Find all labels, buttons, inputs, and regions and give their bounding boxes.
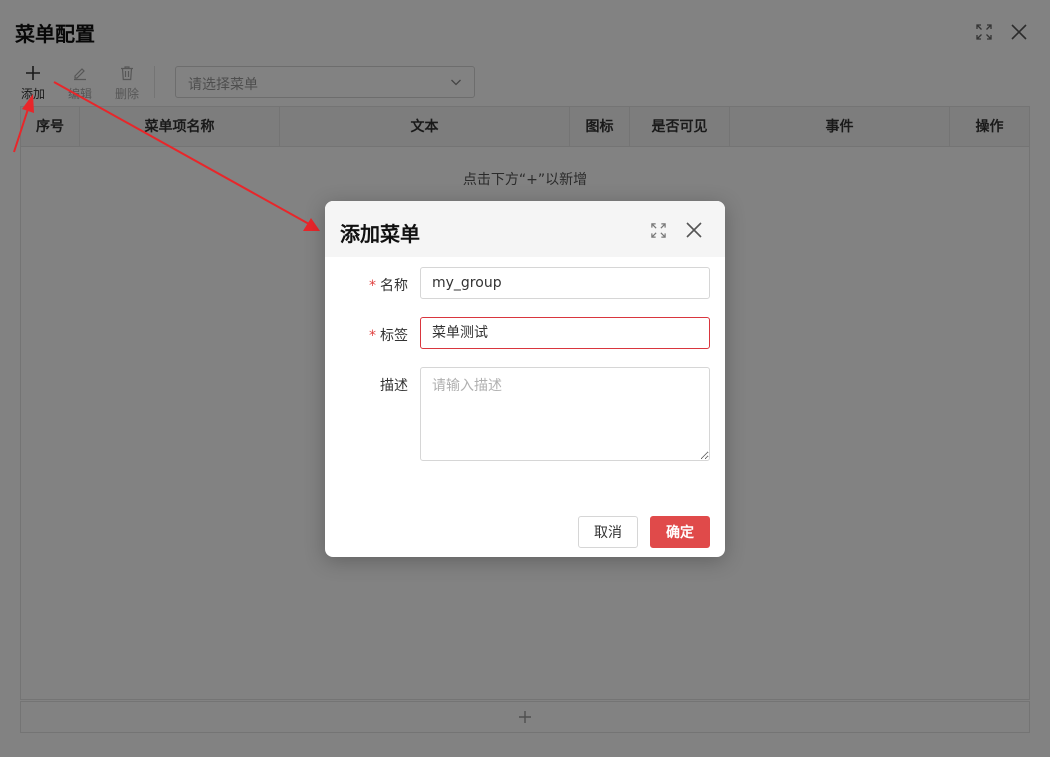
dialog-close-button[interactable] [684,220,704,240]
name-label: * 名称 [369,275,408,295]
expand-icon [650,222,666,238]
tag-label-text: 标签 [380,328,408,344]
description-textarea[interactable] [420,367,710,461]
dialog-header: 添加菜单 [325,201,725,257]
confirm-button[interactable]: 确定 [650,516,710,548]
description-label: 描述 [380,378,408,394]
dialog-maximize-button[interactable] [648,220,668,240]
cancel-button[interactable]: 取消 [578,516,638,548]
dialog-title: 添加菜单 [340,222,420,246]
tag-label: * 标签 [369,325,408,345]
close-icon [686,222,702,238]
name-label-text: 名称 [380,278,408,294]
tag-input[interactable]: 菜单测试 [420,317,710,349]
required-marker: * [369,328,376,344]
required-marker: * [369,278,376,294]
name-input[interactable]: my_group [420,267,710,299]
add-menu-dialog: 添加菜单 *名称 my_group *标签 菜单测试 描述 取消 确定 [325,201,725,557]
